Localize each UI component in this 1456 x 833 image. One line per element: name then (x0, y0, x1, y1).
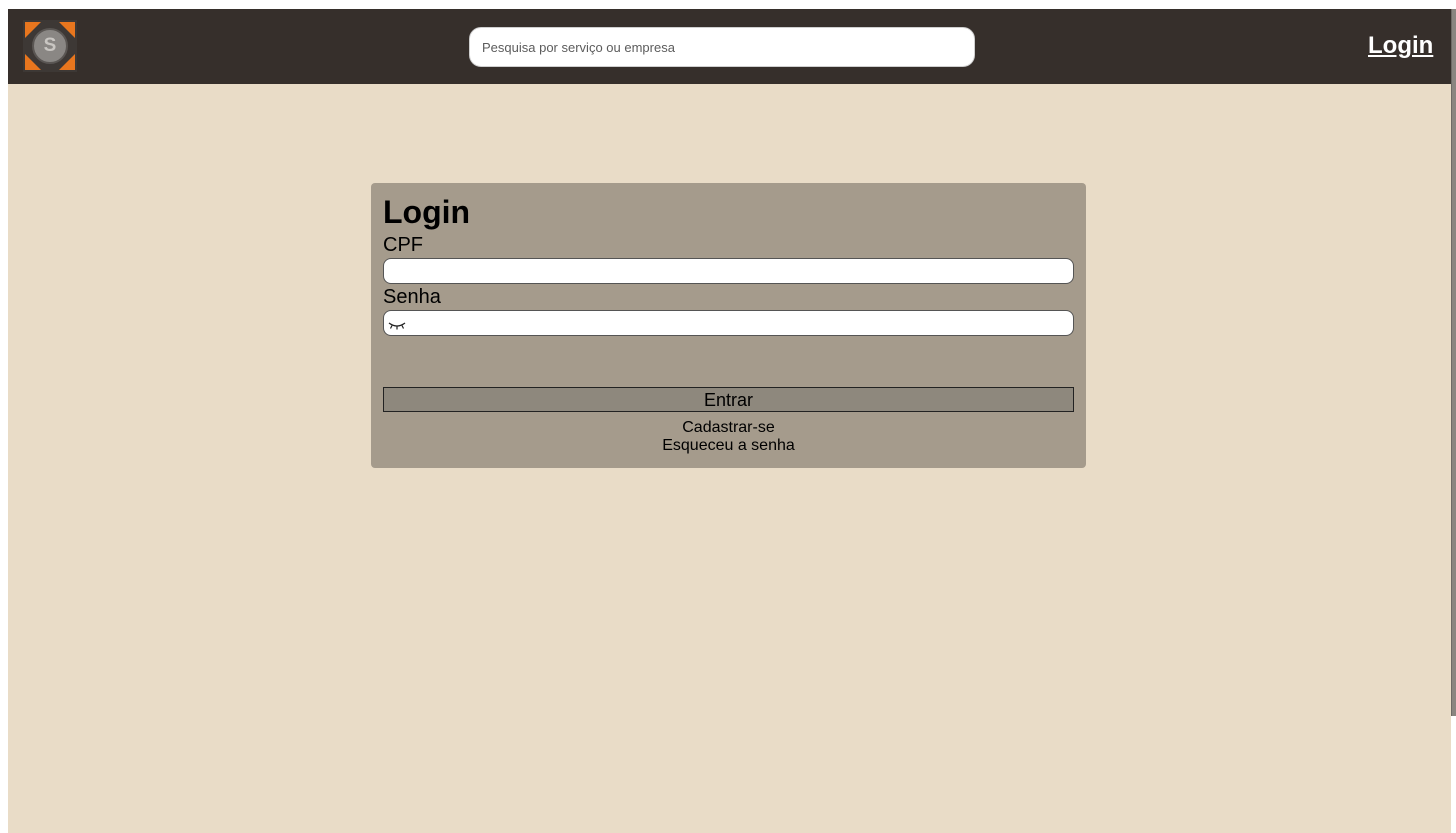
password-input[interactable] (383, 310, 1074, 336)
logo-letter: S (32, 28, 68, 64)
page-viewport: S Login Login CPF Senha Entrar Cadastrar… (8, 9, 1451, 833)
scrollbar-thumb[interactable] (1452, 9, 1456, 716)
eye-closed-icon[interactable] (388, 318, 406, 332)
header-login-link[interactable]: Login (1368, 32, 1433, 60)
forgot-password-link[interactable]: Esqueceu a senha (371, 437, 1086, 455)
site-logo[interactable]: S (23, 20, 77, 72)
top-navbar: S Login (8, 9, 1451, 84)
login-title: Login (383, 194, 471, 230)
vertical-scrollbar[interactable] (1451, 9, 1456, 716)
register-link[interactable]: Cadastrar-se (371, 419, 1086, 437)
login-card: Login CPF Senha Entrar Cadastrar-se Esqu… (371, 183, 1086, 468)
enter-button[interactable]: Entrar (383, 387, 1074, 412)
cpf-input[interactable] (383, 258, 1074, 284)
search-input[interactable] (469, 27, 975, 67)
cpf-label: CPF (383, 234, 423, 256)
password-label: Senha (383, 286, 441, 308)
